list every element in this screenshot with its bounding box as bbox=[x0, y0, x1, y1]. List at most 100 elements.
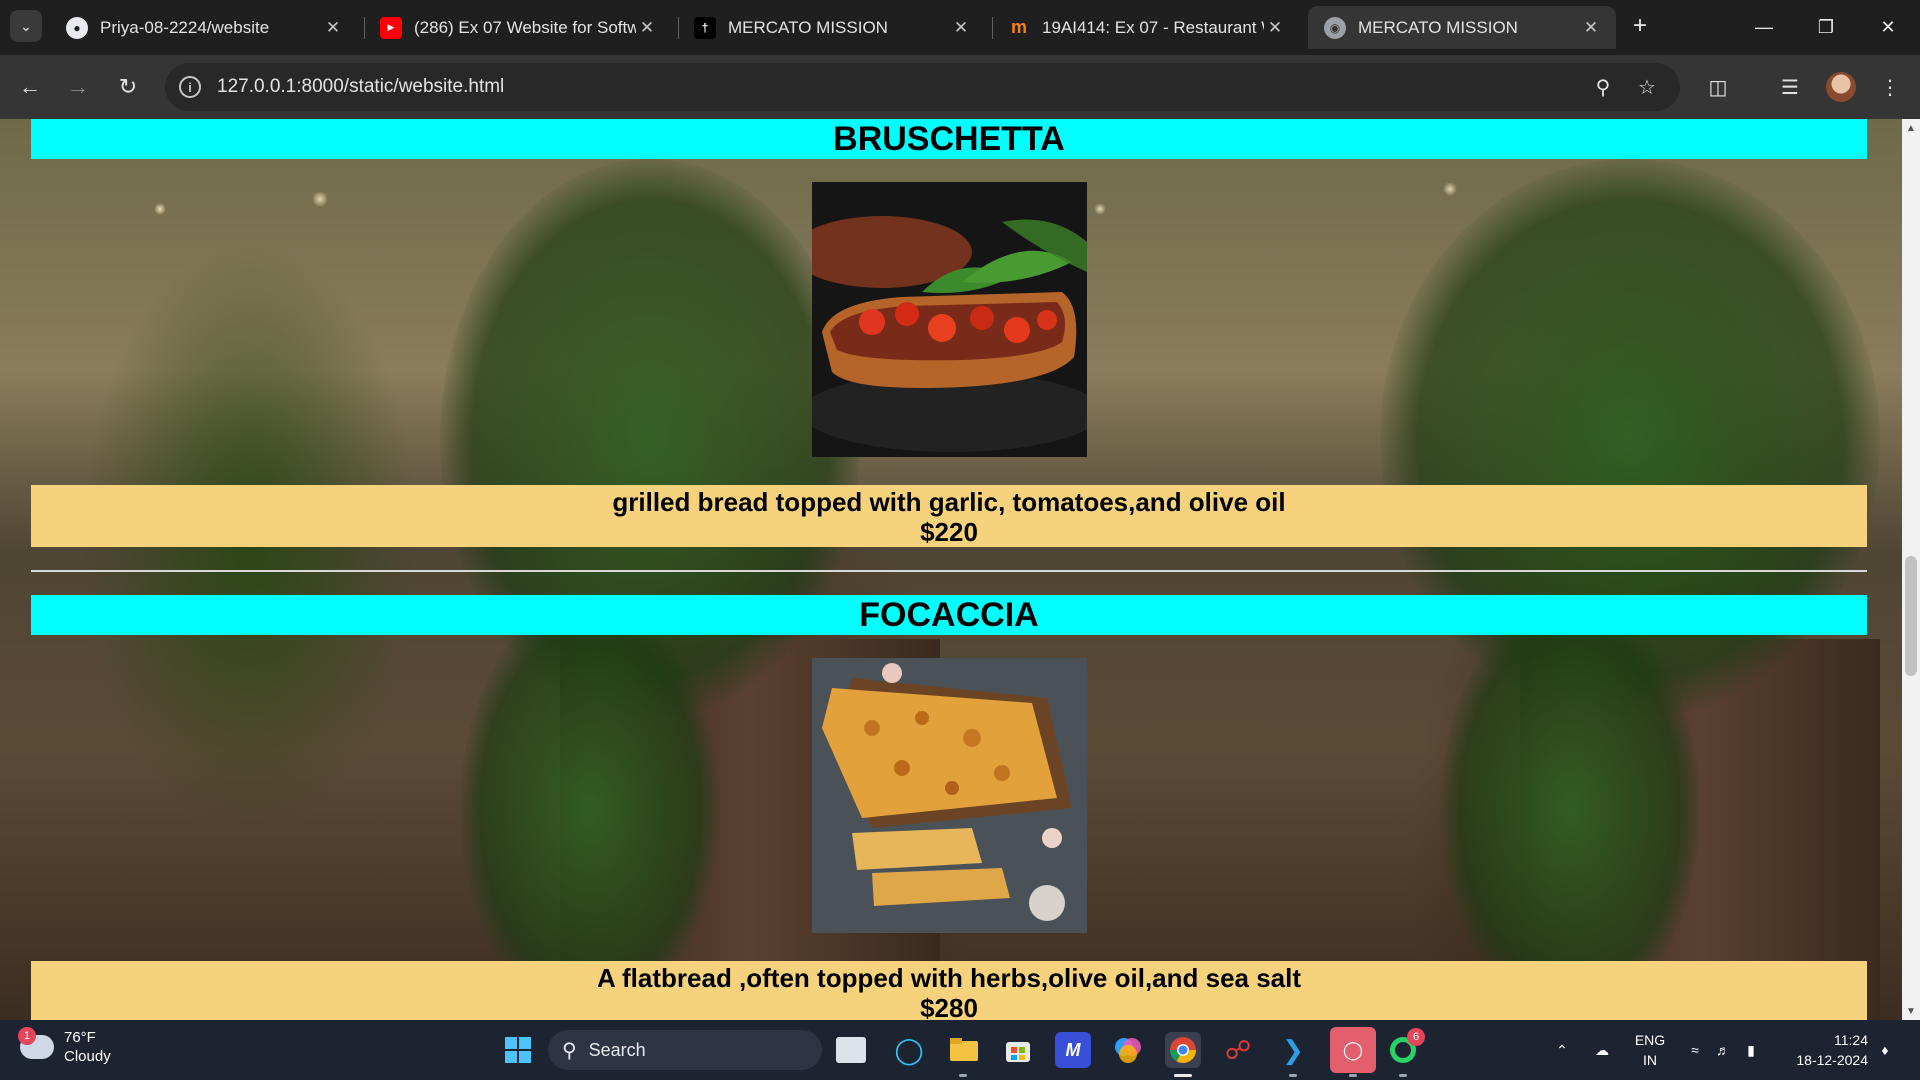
scroll-thumb[interactable] bbox=[1905, 556, 1917, 676]
zoom-icon[interactable]: ⚲ bbox=[1589, 73, 1617, 101]
arrow-left-icon: ← bbox=[19, 74, 41, 99]
page-viewport: BRUSCHETTA grilled bread topped with gar… bbox=[0, 119, 1920, 1020]
tab-title: MERCATO MISSION bbox=[728, 17, 888, 37]
section-divider bbox=[31, 570, 1867, 572]
moodle-icon: m bbox=[1010, 17, 1027, 37]
focaccia-image bbox=[812, 658, 1087, 933]
tab-mercato-active[interactable]: ◉ MERCATO MISSION ✕ bbox=[1308, 6, 1616, 49]
weather-temp: 76°F bbox=[64, 1029, 96, 1046]
scroll-down-icon[interactable]: ▼ bbox=[1902, 1002, 1920, 1020]
vscode-icon[interactable]: ❯ bbox=[1275, 1032, 1311, 1068]
system-clock[interactable]: 11:24 18-12-2024 bbox=[1784, 1030, 1868, 1070]
kebab-menu-icon[interactable]: ⋮ bbox=[1872, 69, 1908, 105]
cloud-icon: 1 bbox=[18, 1027, 54, 1059]
language-indicator[interactable]: ENG IN bbox=[1630, 1030, 1670, 1070]
tab-strip: ⌄ ● Priya-08-2224/website ✕ ▶ (286) Ex 0… bbox=[0, 0, 1920, 55]
chevron-up-icon[interactable]: ⌃ bbox=[1552, 1020, 1572, 1080]
running-indicator bbox=[1349, 1074, 1357, 1077]
microsoft-store-icon[interactable] bbox=[1000, 1032, 1036, 1068]
tab-search-button[interactable]: ⌄ bbox=[10, 10, 42, 42]
taskbar-search[interactable]: ⚲ Search bbox=[548, 1030, 822, 1070]
arrow-right-icon: → bbox=[67, 74, 89, 99]
close-icon[interactable]: ✕ bbox=[636, 18, 658, 38]
clock-date: 18-12-2024 bbox=[1796, 1052, 1868, 1068]
region-code: IN bbox=[1643, 1052, 1657, 1068]
close-icon[interactable]: ✕ bbox=[950, 18, 972, 38]
github-icon: ● bbox=[66, 16, 88, 39]
reload-button[interactable]: ↻ bbox=[110, 69, 146, 105]
restore-icon: ❐ bbox=[1817, 17, 1835, 37]
tab-title: MERCATO MISSION bbox=[1358, 17, 1518, 37]
tab-title: 19AI414: Ex 07 - Restaurant W bbox=[1042, 17, 1264, 37]
search-icon: ⚲ bbox=[562, 1039, 577, 1062]
restore-button[interactable]: ❐ bbox=[1796, 0, 1856, 55]
tab-moodle[interactable]: m 19AI414: Ex 07 - Restaurant W ✕ bbox=[992, 6, 1300, 49]
notification-bell-icon[interactable]: ♦ bbox=[1874, 1020, 1896, 1080]
close-icon: ✕ bbox=[1880, 17, 1896, 37]
weather-widget[interactable]: 1 76°F Cloudy bbox=[18, 1027, 111, 1066]
close-window-button[interactable]: ✕ bbox=[1858, 0, 1918, 55]
chrome-icon[interactable] bbox=[1165, 1032, 1201, 1068]
new-tab-button[interactable]: + bbox=[1624, 10, 1656, 42]
avatar[interactable] bbox=[1826, 72, 1856, 102]
youtube-icon: ▶ bbox=[380, 16, 402, 39]
site-info-icon[interactable]: i bbox=[179, 76, 201, 98]
back-button[interactable]: ← bbox=[12, 69, 48, 105]
copilot-icon[interactable] bbox=[1110, 1032, 1146, 1068]
tab-title: Priya-08-2224/website bbox=[100, 17, 270, 37]
mathpix-icon[interactable]: M bbox=[1055, 1032, 1091, 1068]
windows-taskbar: 1 76°F Cloudy ⚲ Search ◯ M ☍ ❯ ◯ 6 ⌃ ☁ E… bbox=[0, 1020, 1920, 1080]
snipping-tool-icon[interactable]: ◯ bbox=[1330, 1027, 1376, 1073]
mcafee-icon[interactable]: ☍ bbox=[1220, 1032, 1256, 1068]
close-icon[interactable]: ✕ bbox=[1264, 18, 1286, 38]
notification-badge: 6 bbox=[1407, 1028, 1425, 1046]
tab-youtube[interactable]: ▶ (286) Ex 07 Website for Softw ✕ bbox=[364, 6, 672, 49]
address-bar[interactable]: i 127.0.0.1:8000/static/website.html ⚲ ☆ bbox=[165, 63, 1680, 111]
page-scrollbar[interactable]: ▲ ▼ bbox=[1902, 119, 1920, 1020]
edge-icon[interactable]: ◯ bbox=[891, 1032, 927, 1068]
search-placeholder: Search bbox=[588, 1039, 646, 1060]
menu-item-description: A flatbread ,often topped with herbs,oli… bbox=[596, 963, 1302, 993]
running-indicator bbox=[1289, 1074, 1297, 1077]
tab-mercato-1[interactable]: † MERCATO MISSION ✕ bbox=[678, 6, 986, 49]
chevron-down-icon: ⌄ bbox=[20, 17, 32, 34]
language-code: ENG bbox=[1634, 1032, 1666, 1048]
windows-start-icon[interactable] bbox=[500, 1032, 536, 1068]
menu-item-details: A flatbread ,often topped with herbs,oli… bbox=[31, 961, 1867, 1020]
extensions-icon[interactable]: ◫ bbox=[1700, 69, 1736, 105]
menu-item-description: grilled bread topped with garlic, tomato… bbox=[612, 487, 1286, 517]
browser-toolbar: ← → ↻ i 127.0.0.1:8000/static/website.ht… bbox=[0, 55, 1920, 119]
menu-item-title: BRUSCHETTA bbox=[31, 119, 1867, 159]
menu-item-price: $280 bbox=[920, 993, 978, 1020]
weather-condition: Cloudy bbox=[64, 1048, 111, 1065]
forward-button[interactable]: → bbox=[60, 69, 96, 105]
minimize-icon: — bbox=[1755, 17, 1773, 37]
bruschetta-image bbox=[812, 182, 1087, 457]
battery-icon[interactable]: ▮ bbox=[1740, 1020, 1762, 1080]
running-indicator bbox=[1399, 1074, 1407, 1077]
whatsapp-icon[interactable]: 6 bbox=[1385, 1028, 1425, 1068]
menu-item-details: grilled bread topped with garlic, tomato… bbox=[31, 485, 1867, 547]
file-explorer-icon[interactable] bbox=[946, 1032, 982, 1068]
close-icon[interactable]: ✕ bbox=[1580, 18, 1602, 38]
running-indicator bbox=[1174, 1074, 1192, 1077]
tab-github[interactable]: ● Priya-08-2224/website ✕ bbox=[50, 6, 358, 49]
wifi-icon[interactable]: ≈ bbox=[1684, 1020, 1706, 1080]
volume-icon[interactable]: ♬ bbox=[1712, 1020, 1734, 1080]
globe-icon: ◉ bbox=[1324, 16, 1346, 39]
running-indicator bbox=[959, 1074, 967, 1077]
minimize-button[interactable]: — bbox=[1734, 0, 1794, 55]
reload-icon: ↻ bbox=[118, 74, 138, 99]
menu-item-price: $220 bbox=[920, 517, 978, 547]
close-icon[interactable]: ✕ bbox=[322, 18, 344, 38]
url-text[interactable]: 127.0.0.1:8000/static/website.html bbox=[217, 76, 504, 98]
media-controls-icon[interactable]: ☰ bbox=[1772, 69, 1808, 105]
plus-icon: + bbox=[1632, 12, 1647, 39]
background-plant bbox=[1440, 599, 1700, 1019]
star-icon[interactable]: ☆ bbox=[1633, 73, 1661, 101]
menu-item-title: FOCACCIA bbox=[31, 595, 1867, 635]
onedrive-icon[interactable]: ☁ bbox=[1590, 1020, 1614, 1080]
clock-time: 11:24 bbox=[1834, 1032, 1868, 1048]
task-view-icon[interactable] bbox=[836, 1037, 866, 1063]
scroll-up-icon[interactable]: ▲ bbox=[1902, 119, 1920, 137]
